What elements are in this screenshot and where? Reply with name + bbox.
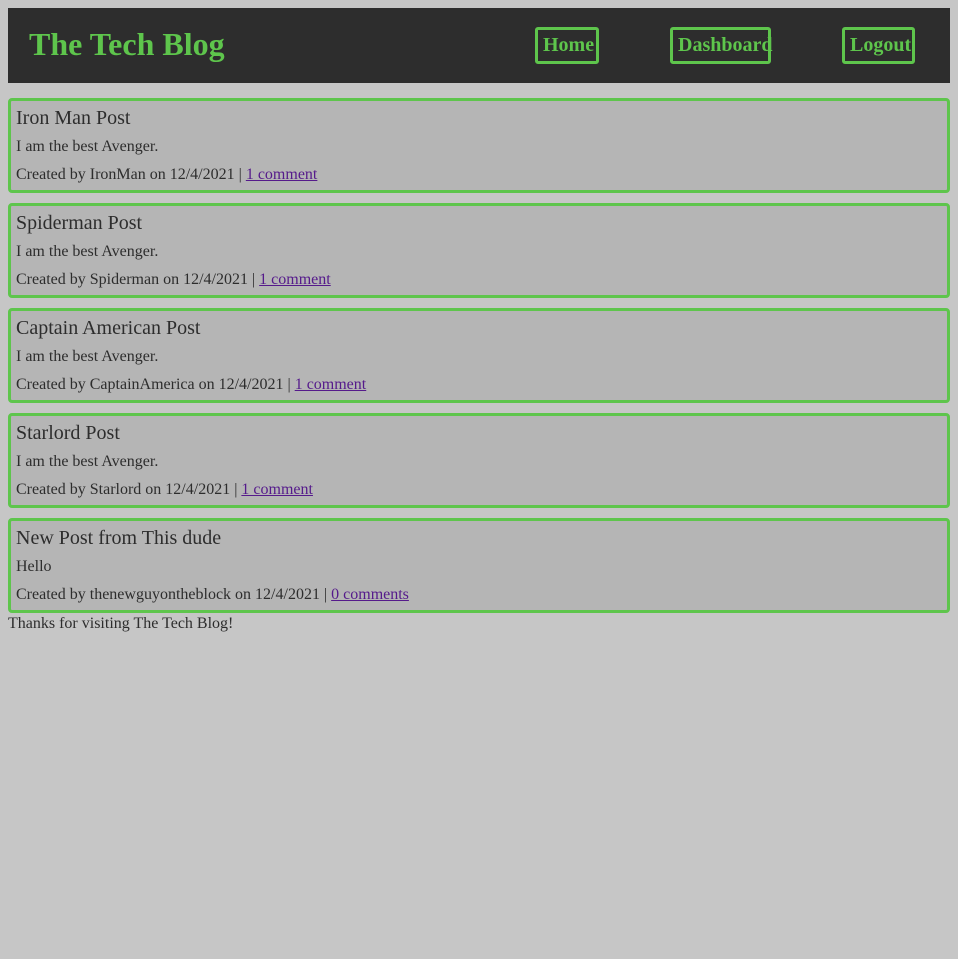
- meta-separator: |: [238, 166, 242, 183]
- meta-separator: |: [234, 481, 238, 498]
- post-body: I am the best Avenger.: [16, 243, 159, 260]
- post-author: IronMan: [89, 166, 146, 183]
- created-by-label: Created by: [16, 271, 86, 288]
- post-meta: Created by Starlord on 12/4/2021 | 1 com…: [16, 481, 942, 499]
- post-body: Hello: [16, 558, 52, 575]
- post-title[interactable]: Iron Man Post: [16, 106, 942, 130]
- post-card[interactable]: New Post from This dude Hello Created by…: [8, 518, 950, 613]
- site-title[interactable]: The Tech Blog: [29, 26, 225, 62]
- nav-logout-button[interactable]: Logout: [842, 27, 915, 64]
- post-card[interactable]: Captain American Post I am the best Aven…: [8, 308, 950, 403]
- post-title[interactable]: New Post from This dude: [16, 526, 942, 550]
- site-footer: Thanks for visiting The Tech Blog!: [8, 613, 950, 633]
- post-card[interactable]: Spiderman Post I am the best Avenger. Cr…: [8, 203, 950, 298]
- post-meta: Created by Spiderman on 12/4/2021 | 1 co…: [16, 271, 942, 289]
- on-label: on: [145, 481, 162, 498]
- on-label: on: [163, 271, 180, 288]
- post-meta: Created by CaptainAmerica on 12/4/2021 |…: [16, 376, 942, 394]
- nav-home-button[interactable]: Home: [535, 27, 599, 64]
- meta-separator: |: [323, 586, 328, 603]
- created-by-label: Created by: [16, 586, 86, 603]
- post-author: thenewguyontheblock: [89, 586, 232, 603]
- meta-separator: |: [251, 271, 256, 288]
- post-body: I am the best Avenger.: [16, 453, 159, 470]
- comments-link[interactable]: 1 comment: [295, 376, 367, 393]
- post-author: Spiderman: [89, 271, 160, 288]
- footer-text: Thanks for visiting The Tech Blog!: [8, 615, 234, 632]
- post-date: 12/4/2021: [255, 586, 320, 603]
- post-title[interactable]: Captain American Post: [16, 316, 942, 340]
- created-by-label: Created by: [16, 481, 86, 498]
- post-author: Starlord: [89, 481, 142, 498]
- post-meta: Created by IronMan on 12/4/2021 | 1 comm…: [16, 166, 942, 184]
- created-by-label: Created by: [16, 376, 86, 393]
- on-label: on: [149, 166, 166, 183]
- post-card[interactable]: Iron Man Post I am the best Avenger. Cre…: [8, 98, 950, 193]
- post-date: 12/4/2021: [165, 481, 231, 498]
- comments-link[interactable]: 1 comment: [259, 271, 331, 288]
- meta-separator: |: [287, 376, 291, 393]
- site-header: The Tech Blog Home Dashboard Logout: [8, 8, 950, 83]
- post-date: 12/4/2021: [218, 376, 284, 393]
- nav-dashboard-button[interactable]: Dashboard: [670, 27, 772, 64]
- comments-link[interactable]: 1 comment: [246, 166, 318, 183]
- comments-link[interactable]: 1 comment: [241, 481, 313, 498]
- post-title[interactable]: Starlord Post: [16, 421, 942, 445]
- on-label: on: [235, 586, 252, 603]
- post-title[interactable]: Spiderman Post: [16, 211, 942, 235]
- post-list: Iron Man Post I am the best Avenger. Cre…: [8, 98, 950, 613]
- post-card[interactable]: Starlord Post I am the best Avenger. Cre…: [8, 413, 950, 508]
- post-author: CaptainAmerica: [89, 376, 195, 393]
- post-body: I am the best Avenger.: [16, 138, 159, 155]
- post-body: I am the best Avenger.: [16, 348, 159, 365]
- post-date: 12/4/2021: [169, 166, 235, 183]
- on-label: on: [198, 376, 215, 393]
- comments-link[interactable]: 0 comments: [331, 586, 409, 603]
- post-meta: Created by thenewguyontheblock on 12/4/2…: [16, 586, 942, 604]
- post-date: 12/4/2021: [183, 271, 248, 288]
- created-by-label: Created by: [16, 166, 86, 183]
